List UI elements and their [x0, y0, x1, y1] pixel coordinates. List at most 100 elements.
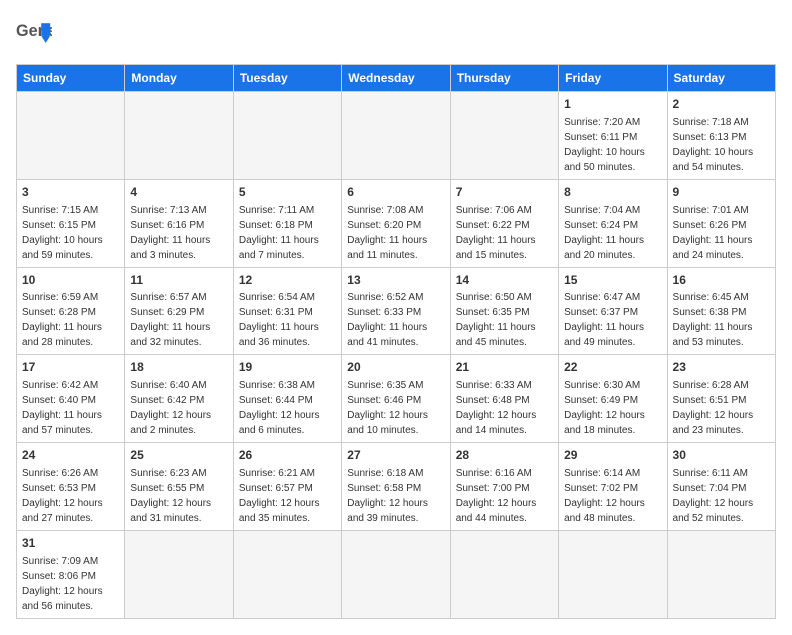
calendar-cell: 31 Sunrise: 7:09 AM Sunset: 8:06 PM Dayli… — [17, 530, 125, 618]
logo: General — [16, 16, 56, 52]
calendar-cell: 7 Sunrise: 7:06 AM Sunset: 6:22 PM Daylig… — [450, 179, 558, 267]
day-info: Sunrise: 6:21 AM Sunset: 6:57 PM Dayligh… — [239, 466, 336, 526]
calendar-cell: 21 Sunrise: 6:33 AM Sunset: 6:48 PM Dayli… — [450, 355, 558, 443]
general-blue-logo-icon: General — [16, 16, 52, 52]
calendar-cell: 11Sunrise: 6:57 AM Sunset: 6:29 PM Dayli… — [125, 267, 233, 355]
day-number: 7 — [456, 184, 553, 201]
day-number: 24 — [22, 447, 119, 464]
day-number: 4 — [130, 184, 227, 201]
calendar-week-1: 3 Sunrise: 7:15 AM Sunset: 6:15 PM Daylig… — [17, 179, 776, 267]
day-number: 15 — [564, 272, 661, 289]
calendar-cell: 16Sunrise: 6:45 AM Sunset: 6:38 PM Dayli… — [667, 267, 775, 355]
calendar-cell: 12Sunrise: 6:54 AM Sunset: 6:31 PM Dayli… — [233, 267, 341, 355]
calendar-table: SundayMondayTuesdayWednesdayThursdayFrid… — [16, 64, 776, 619]
day-number: 31 — [22, 535, 119, 552]
day-number: 10 — [22, 272, 119, 289]
calendar-week-2: 10Sunrise: 6:59 AM Sunset: 6:28 PM Dayli… — [17, 267, 776, 355]
day-info: Sunrise: 6:30 AM Sunset: 6:49 PM Dayligh… — [564, 378, 661, 438]
calendar-cell: 27 Sunrise: 6:18 AM Sunset: 6:58 PM Dayli… — [342, 443, 450, 531]
day-number: 29 — [564, 447, 661, 464]
calendar-cell: 30Sunrise: 6:11 AM Sunset: 7:04 PM Dayli… — [667, 443, 775, 531]
day-info: Sunrise: 6:23 AM Sunset: 6:55 PM Dayligh… — [130, 466, 227, 526]
calendar-week-4: 24 Sunrise: 6:26 AM Sunset: 6:53 PM Dayli… — [17, 443, 776, 531]
calendar-cell: 5Sunrise: 7:11 AM Sunset: 6:18 PM Daylig… — [233, 179, 341, 267]
day-number: 11 — [130, 272, 227, 289]
calendar-week-0: 1Sunrise: 7:20 AM Sunset: 6:11 PM Daylig… — [17, 92, 776, 180]
calendar-cell — [233, 92, 341, 180]
day-number: 5 — [239, 184, 336, 201]
day-info: Sunrise: 7:06 AM Sunset: 6:22 PM Dayligh… — [456, 203, 553, 263]
day-info: Sunrise: 6:33 AM Sunset: 6:48 PM Dayligh… — [456, 378, 553, 438]
day-number: 23 — [673, 359, 770, 376]
day-number: 19 — [239, 359, 336, 376]
day-info: Sunrise: 6:42 AM Sunset: 6:40 PM Dayligh… — [22, 378, 119, 438]
day-number: 8 — [564, 184, 661, 201]
day-info: Sunrise: 7:15 AM Sunset: 6:15 PM Dayligh… — [22, 203, 119, 263]
weekday-header-friday: Friday — [559, 65, 667, 92]
day-number: 18 — [130, 359, 227, 376]
weekday-header-thursday: Thursday — [450, 65, 558, 92]
day-number: 1 — [564, 96, 661, 113]
calendar-cell: 3 Sunrise: 7:15 AM Sunset: 6:15 PM Daylig… — [17, 179, 125, 267]
day-info: Sunrise: 6:14 AM Sunset: 7:02 PM Dayligh… — [564, 466, 661, 526]
day-info: Sunrise: 7:08 AM Sunset: 6:20 PM Dayligh… — [347, 203, 444, 263]
day-info: Sunrise: 6:18 AM Sunset: 6:58 PM Dayligh… — [347, 466, 444, 526]
weekday-header-wednesday: Wednesday — [342, 65, 450, 92]
day-info: Sunrise: 6:47 AM Sunset: 6:37 PM Dayligh… — [564, 290, 661, 350]
day-info: Sunrise: 6:28 AM Sunset: 6:51 PM Dayligh… — [673, 378, 770, 438]
day-number: 16 — [673, 272, 770, 289]
calendar-cell: 13Sunrise: 6:52 AM Sunset: 6:33 PM Dayli… — [342, 267, 450, 355]
calendar-cell: 28Sunrise: 6:16 AM Sunset: 7:00 PM Dayli… — [450, 443, 558, 531]
day-info: Sunrise: 7:01 AM Sunset: 6:26 PM Dayligh… — [673, 203, 770, 263]
day-number: 27 — [347, 447, 444, 464]
day-number: 13 — [347, 272, 444, 289]
calendar-cell — [233, 530, 341, 618]
calendar-cell — [450, 530, 558, 618]
day-info: Sunrise: 7:13 AM Sunset: 6:16 PM Dayligh… — [130, 203, 227, 263]
calendar-cell: 19Sunrise: 6:38 AM Sunset: 6:44 PM Dayli… — [233, 355, 341, 443]
day-info: Sunrise: 6:45 AM Sunset: 6:38 PM Dayligh… — [673, 290, 770, 350]
day-number: 12 — [239, 272, 336, 289]
day-number: 6 — [347, 184, 444, 201]
calendar-cell: 2Sunrise: 7:18 AM Sunset: 6:13 PM Daylig… — [667, 92, 775, 180]
calendar-cell: 14Sunrise: 6:50 AM Sunset: 6:35 PM Dayli… — [450, 267, 558, 355]
calendar-cell: 9Sunrise: 7:01 AM Sunset: 6:26 PM Daylig… — [667, 179, 775, 267]
calendar-cell — [667, 530, 775, 618]
calendar-cell — [17, 92, 125, 180]
day-info: Sunrise: 6:11 AM Sunset: 7:04 PM Dayligh… — [673, 466, 770, 526]
calendar-cell: 15Sunrise: 6:47 AM Sunset: 6:37 PM Dayli… — [559, 267, 667, 355]
day-number: 3 — [22, 184, 119, 201]
calendar-cell: 18 Sunrise: 6:40 AM Sunset: 6:42 PM Dayli… — [125, 355, 233, 443]
calendar-cell — [125, 92, 233, 180]
day-info: Sunrise: 6:54 AM Sunset: 6:31 PM Dayligh… — [239, 290, 336, 350]
day-info: Sunrise: 6:59 AM Sunset: 6:28 PM Dayligh… — [22, 290, 119, 350]
calendar-cell: 6 Sunrise: 7:08 AM Sunset: 6:20 PM Daylig… — [342, 179, 450, 267]
weekday-header-tuesday: Tuesday — [233, 65, 341, 92]
day-number: 2 — [673, 96, 770, 113]
weekday-header-monday: Monday — [125, 65, 233, 92]
day-number: 28 — [456, 447, 553, 464]
day-info: Sunrise: 6:26 AM Sunset: 6:53 PM Dayligh… — [22, 466, 119, 526]
calendar-cell — [342, 530, 450, 618]
day-number: 26 — [239, 447, 336, 464]
day-info: Sunrise: 7:04 AM Sunset: 6:24 PM Dayligh… — [564, 203, 661, 263]
calendar-cell: 1Sunrise: 7:20 AM Sunset: 6:11 PM Daylig… — [559, 92, 667, 180]
weekday-header-sunday: Sunday — [17, 65, 125, 92]
calendar-cell — [125, 530, 233, 618]
day-number: 17 — [22, 359, 119, 376]
day-info: Sunrise: 6:35 AM Sunset: 6:46 PM Dayligh… — [347, 378, 444, 438]
day-info: Sunrise: 6:40 AM Sunset: 6:42 PM Dayligh… — [130, 378, 227, 438]
calendar-cell: 22 Sunrise: 6:30 AM Sunset: 6:49 PM Dayli… — [559, 355, 667, 443]
calendar-cell: 8 Sunrise: 7:04 AM Sunset: 6:24 PM Daylig… — [559, 179, 667, 267]
day-number: 14 — [456, 272, 553, 289]
calendar-cell: 17 Sunrise: 6:42 AM Sunset: 6:40 PM Dayli… — [17, 355, 125, 443]
calendar-cell: 4 Sunrise: 7:13 AM Sunset: 6:16 PM Daylig… — [125, 179, 233, 267]
calendar-cell: 23 Sunrise: 6:28 AM Sunset: 6:51 PM Dayli… — [667, 355, 775, 443]
day-info: Sunrise: 6:57 AM Sunset: 6:29 PM Dayligh… — [130, 290, 227, 350]
day-info: Sunrise: 7:09 AM Sunset: 8:06 PM Dayligh… — [22, 554, 119, 614]
header: General — [16, 16, 776, 52]
day-number: 21 — [456, 359, 553, 376]
day-number: 20 — [347, 359, 444, 376]
calendar-cell: 10Sunrise: 6:59 AM Sunset: 6:28 PM Dayli… — [17, 267, 125, 355]
day-number: 22 — [564, 359, 661, 376]
